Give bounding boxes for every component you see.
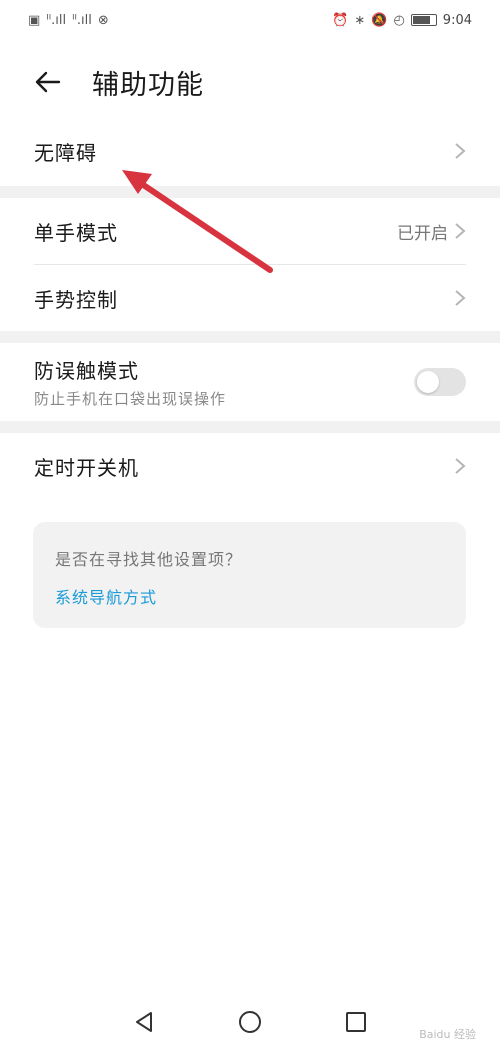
battery-icon bbox=[410, 14, 437, 26]
accessibility-row[interactable]: 无障碍 bbox=[0, 118, 500, 184]
status-left: ▣ ᴵᴵ.ıll ᴵᴵ.ıll ⊗ bbox=[28, 13, 109, 28]
one-hand-mode-label: 单手模式 bbox=[34, 220, 118, 245]
pocket-mode-description: 防止手机在口袋出现误操作 bbox=[34, 390, 227, 408]
circle-home-icon bbox=[239, 1011, 261, 1033]
pocket-mode-toggle[interactable] bbox=[414, 368, 466, 396]
square-recents-icon bbox=[346, 1012, 366, 1032]
mute-icon: 🔕 bbox=[371, 12, 388, 28]
nav-home-button[interactable] bbox=[232, 1004, 268, 1040]
watermark: Baidu 经验 bbox=[419, 1028, 476, 1041]
dnd-icon: ◴ bbox=[393, 12, 405, 28]
scheduled-power-label: 定时开关机 bbox=[34, 455, 139, 480]
chevron-right-icon bbox=[455, 290, 466, 306]
arrow-left-icon bbox=[35, 71, 61, 93]
chevron-right-icon bbox=[455, 458, 466, 474]
alarm-icon: ⏰ bbox=[332, 12, 349, 28]
gesture-control-right bbox=[454, 289, 466, 307]
gesture-control-row[interactable]: 手势控制 bbox=[0, 265, 500, 331]
status-right: ⏰ ∗ 🔕 ◴ 9:04 bbox=[332, 13, 472, 28]
section-separator bbox=[0, 421, 500, 433]
status-time: 9:04 bbox=[442, 12, 472, 28]
signal-1-icon: ᴵᴵ.ıll bbox=[46, 12, 67, 28]
chevron-right-icon bbox=[455, 223, 466, 239]
page-title: 辅助功能 bbox=[92, 69, 204, 101]
section-separator bbox=[0, 186, 500, 198]
one-hand-mode-row[interactable]: 单手模式 已开启 bbox=[0, 198, 500, 264]
page-header: 辅助功能 bbox=[0, 52, 500, 112]
triangle-back-icon bbox=[136, 1012, 152, 1032]
pocket-mode-row: 防误触模式 防止手机在口袋出现误操作 bbox=[0, 343, 500, 421]
bluetooth-icon: ∗ bbox=[354, 12, 366, 28]
sim-icon: ▣ bbox=[28, 12, 41, 28]
one-hand-mode-status: 已开启 bbox=[397, 223, 448, 244]
accessibility-right bbox=[454, 142, 466, 160]
scheduled-power-row[interactable]: 定时开关机 bbox=[0, 433, 500, 499]
chevron-right-icon bbox=[455, 143, 466, 159]
nav-recents-button[interactable] bbox=[338, 1004, 374, 1040]
nav-back-button[interactable] bbox=[126, 1004, 162, 1040]
system-navigation-link[interactable]: 系统导航方式 bbox=[55, 584, 444, 608]
system-nav-bar bbox=[0, 990, 500, 1054]
back-button[interactable] bbox=[28, 62, 68, 102]
one-hand-mode-right: 已开启 bbox=[397, 219, 466, 244]
suggestion-card: 是否在寻找其他设置项？ 系统导航方式 bbox=[33, 522, 466, 628]
hotspot-icon: ⊗ bbox=[97, 12, 109, 28]
suggestion-question: 是否在寻找其他设置项？ bbox=[55, 550, 243, 569]
status-bar: ▣ ᴵᴵ.ıll ᴵᴵ.ıll ⊗ ⏰ ∗ 🔕 ◴ 9:04 bbox=[0, 0, 500, 40]
gesture-control-label: 手势控制 bbox=[34, 287, 118, 312]
scheduled-power-right bbox=[454, 457, 466, 475]
accessibility-label: 无障碍 bbox=[34, 140, 97, 165]
signal-2-icon: ᴵᴵ.ıll bbox=[72, 12, 92, 28]
pocket-mode-label: 防误触模式 bbox=[34, 359, 139, 383]
section-separator bbox=[0, 331, 500, 343]
pocket-mode-text: 防误触模式 防止手机在口袋出现误操作 bbox=[34, 355, 226, 409]
